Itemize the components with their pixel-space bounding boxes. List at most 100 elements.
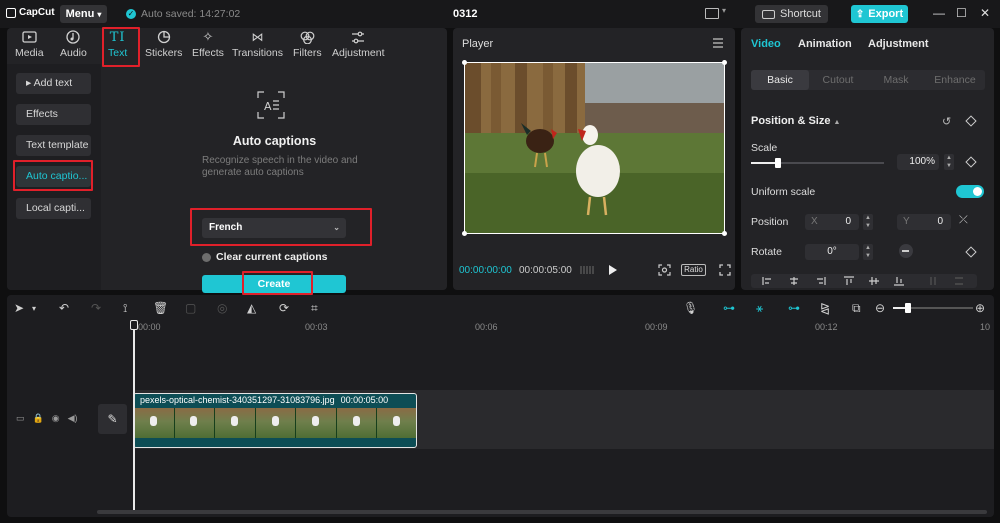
tab-audio[interactable]: Audio [60, 30, 87, 59]
position-y-input[interactable]: Y 0 [897, 214, 951, 230]
crop-handle[interactable] [462, 60, 467, 65]
zoom-fit-icon[interactable] [658, 264, 671, 279]
scale-input[interactable]: 100% [897, 154, 939, 170]
tab-video[interactable]: Video [751, 38, 781, 50]
select-cursor-icon[interactable]: ➤ [14, 301, 24, 315]
rotate-dial-icon[interactable] [899, 244, 913, 258]
timeline-zoom-slider[interactable] [893, 303, 973, 313]
timeline-ruler[interactable]: 00:00 00:03 00:06 00:09 00:12 10 [134, 322, 994, 336]
tab-adjustment[interactable]: Adjustment [868, 38, 929, 50]
timeline-scrollbar[interactable] [97, 510, 987, 514]
section-title-text: Position & Size [751, 115, 831, 127]
microphone-icon[interactable]: 🎙 [683, 301, 698, 315]
crop-handle[interactable] [722, 60, 727, 65]
zoom-slider-handle[interactable] [905, 303, 911, 313]
tab-stickers[interactable]: Stickers [145, 30, 182, 59]
link-position-icon[interactable]: ⤫ [959, 214, 968, 227]
play-icon[interactable] [609, 265, 617, 275]
close-icon[interactable]: ✕ [980, 6, 990, 20]
tab-media[interactable]: Media [15, 30, 44, 59]
keyboard-icon [762, 9, 776, 19]
pencil-icon: ✎ [107, 412, 118, 426]
title-bar: CapCut Menu ▾ ✓ Auto saved: 14:27:02 031… [0, 0, 1000, 28]
position-x-input[interactable]: X 0 [805, 214, 859, 230]
main-track-magnet-icon[interactable]: ⊶ [723, 301, 735, 315]
menu-button[interactable]: Menu ▾ [60, 5, 107, 23]
split-preview-icon[interactable]: ⧎ [820, 301, 830, 315]
shortcut-button[interactable]: Shortcut [755, 5, 828, 23]
export-button[interactable]: ⇪ Export [851, 5, 908, 23]
lock-icon[interactable]: 🔒 [33, 413, 44, 424]
checkbox-icon[interactable] [202, 252, 211, 262]
rotate-stepper[interactable]: ▲ ▼ [863, 244, 873, 260]
undo-icon[interactable]: ↶ [59, 301, 69, 315]
reset-icon[interactable]: ↺ [942, 115, 951, 128]
align-icons[interactable] [751, 274, 977, 288]
tab-effects[interactable]: ✧ Effects [192, 29, 224, 59]
uniform-scale-toggle[interactable] [956, 185, 984, 198]
hamburger-icon[interactable] [713, 38, 723, 50]
clear-captions-checkbox[interactable]: Clear current captions [202, 251, 327, 263]
auto-captions-pane: A Auto captions Recognize speech in the … [102, 64, 447, 295]
sidebar-item-add-text[interactable]: ▸ Add text [16, 73, 91, 94]
ratio-button[interactable]: Ratio [681, 264, 706, 276]
player-title: Player [462, 38, 494, 50]
scale-stepper[interactable]: ▲ ▼ [944, 154, 954, 170]
minimize-icon[interactable]: — [933, 6, 945, 20]
video-clip[interactable]: pexels-optical-chemist-340351297-3108379… [133, 393, 417, 448]
speaker-icon[interactable]: ◀) [68, 413, 78, 424]
mirror-icon[interactable]: ◭ [247, 301, 256, 315]
keyframe-icon[interactable] [965, 246, 977, 258]
split-icon[interactable]: ⟟ [123, 301, 127, 316]
playhead[interactable] [133, 320, 135, 510]
maximize-icon[interactable]: ☐ [956, 6, 967, 20]
keyframe-icon[interactable] [965, 115, 977, 127]
sidebar-item-local-captions[interactable]: Local capti... [16, 198, 91, 219]
cover-icon[interactable]: ▭ [16, 413, 25, 424]
chevron-down-icon[interactable]: ▾ [32, 304, 36, 313]
crop-handle[interactable] [462, 231, 467, 236]
record-icon[interactable]: ◎ [217, 301, 227, 315]
playhead-handle[interactable] [130, 320, 138, 330]
rotate-input[interactable]: 0° [805, 244, 859, 260]
rotate-icon[interactable]: ⟳ [279, 301, 289, 315]
properties-panel: Video Animation Adjustment Basic Cutout … [741, 28, 994, 290]
clip-thumbnail [134, 408, 175, 438]
auto-snap-icon[interactable]: ⚹ [756, 301, 763, 316]
zoom-out-icon[interactable]: ⊖ [875, 301, 885, 315]
keyframe-icon[interactable] [965, 156, 977, 168]
fullscreen-icon[interactable] [719, 264, 731, 279]
eye-icon[interactable]: ◉ [52, 413, 60, 424]
position-size-title[interactable]: Position & Size ▲ [751, 115, 840, 127]
tab-adjustment[interactable]: Adjustment [332, 30, 385, 59]
zoom-in-icon[interactable]: ⊕ [975, 301, 985, 315]
subtab-basic[interactable]: Basic [751, 70, 809, 90]
scale-slider-handle[interactable] [774, 158, 781, 168]
crop-handle[interactable] [722, 231, 727, 236]
freeze-icon[interactable]: ▢ [185, 301, 196, 315]
redo-icon[interactable]: ↷ [91, 301, 101, 315]
scale-slider[interactable] [751, 158, 884, 168]
sidebar-item-effects[interactable]: Effects [16, 104, 91, 125]
chevron-down-icon[interactable]: ▾ [722, 6, 726, 15]
crop-icon[interactable]: ⌗ [311, 301, 318, 316]
text-sidebar: ▸ Add text Effects Text template Auto ca… [7, 64, 101, 290]
edit-cover-button[interactable]: ✎ [98, 404, 127, 434]
tab-filters[interactable]: Filters [293, 30, 322, 59]
position-x-stepper[interactable]: ▲ ▼ [863, 214, 873, 230]
layout-icon[interactable] [705, 8, 719, 19]
subtab-mask[interactable]: Mask [867, 70, 925, 90]
tab-transitions[interactable]: ⋈ Transitions [232, 30, 283, 59]
scale-label: Scale [751, 142, 778, 154]
tab-label: Media [15, 47, 44, 59]
subtab-enhance[interactable]: Enhance [926, 70, 984, 90]
tab-animation[interactable]: Animation [798, 38, 852, 50]
delete-icon[interactable]: 🗑 [153, 301, 168, 315]
waveform-icon[interactable] [580, 265, 596, 275]
linkage-icon[interactable]: ⊶ [788, 301, 800, 315]
sidebar-item-text-template[interactable]: Text template [16, 135, 91, 156]
video-preview[interactable] [464, 62, 725, 234]
preview-axis-icon[interactable]: ⧉ [852, 301, 861, 316]
subtab-cutout[interactable]: Cutout [809, 70, 867, 90]
media-panel: Media Audio TI Text Stickers ✧ Effects ⋈… [7, 27, 447, 295]
